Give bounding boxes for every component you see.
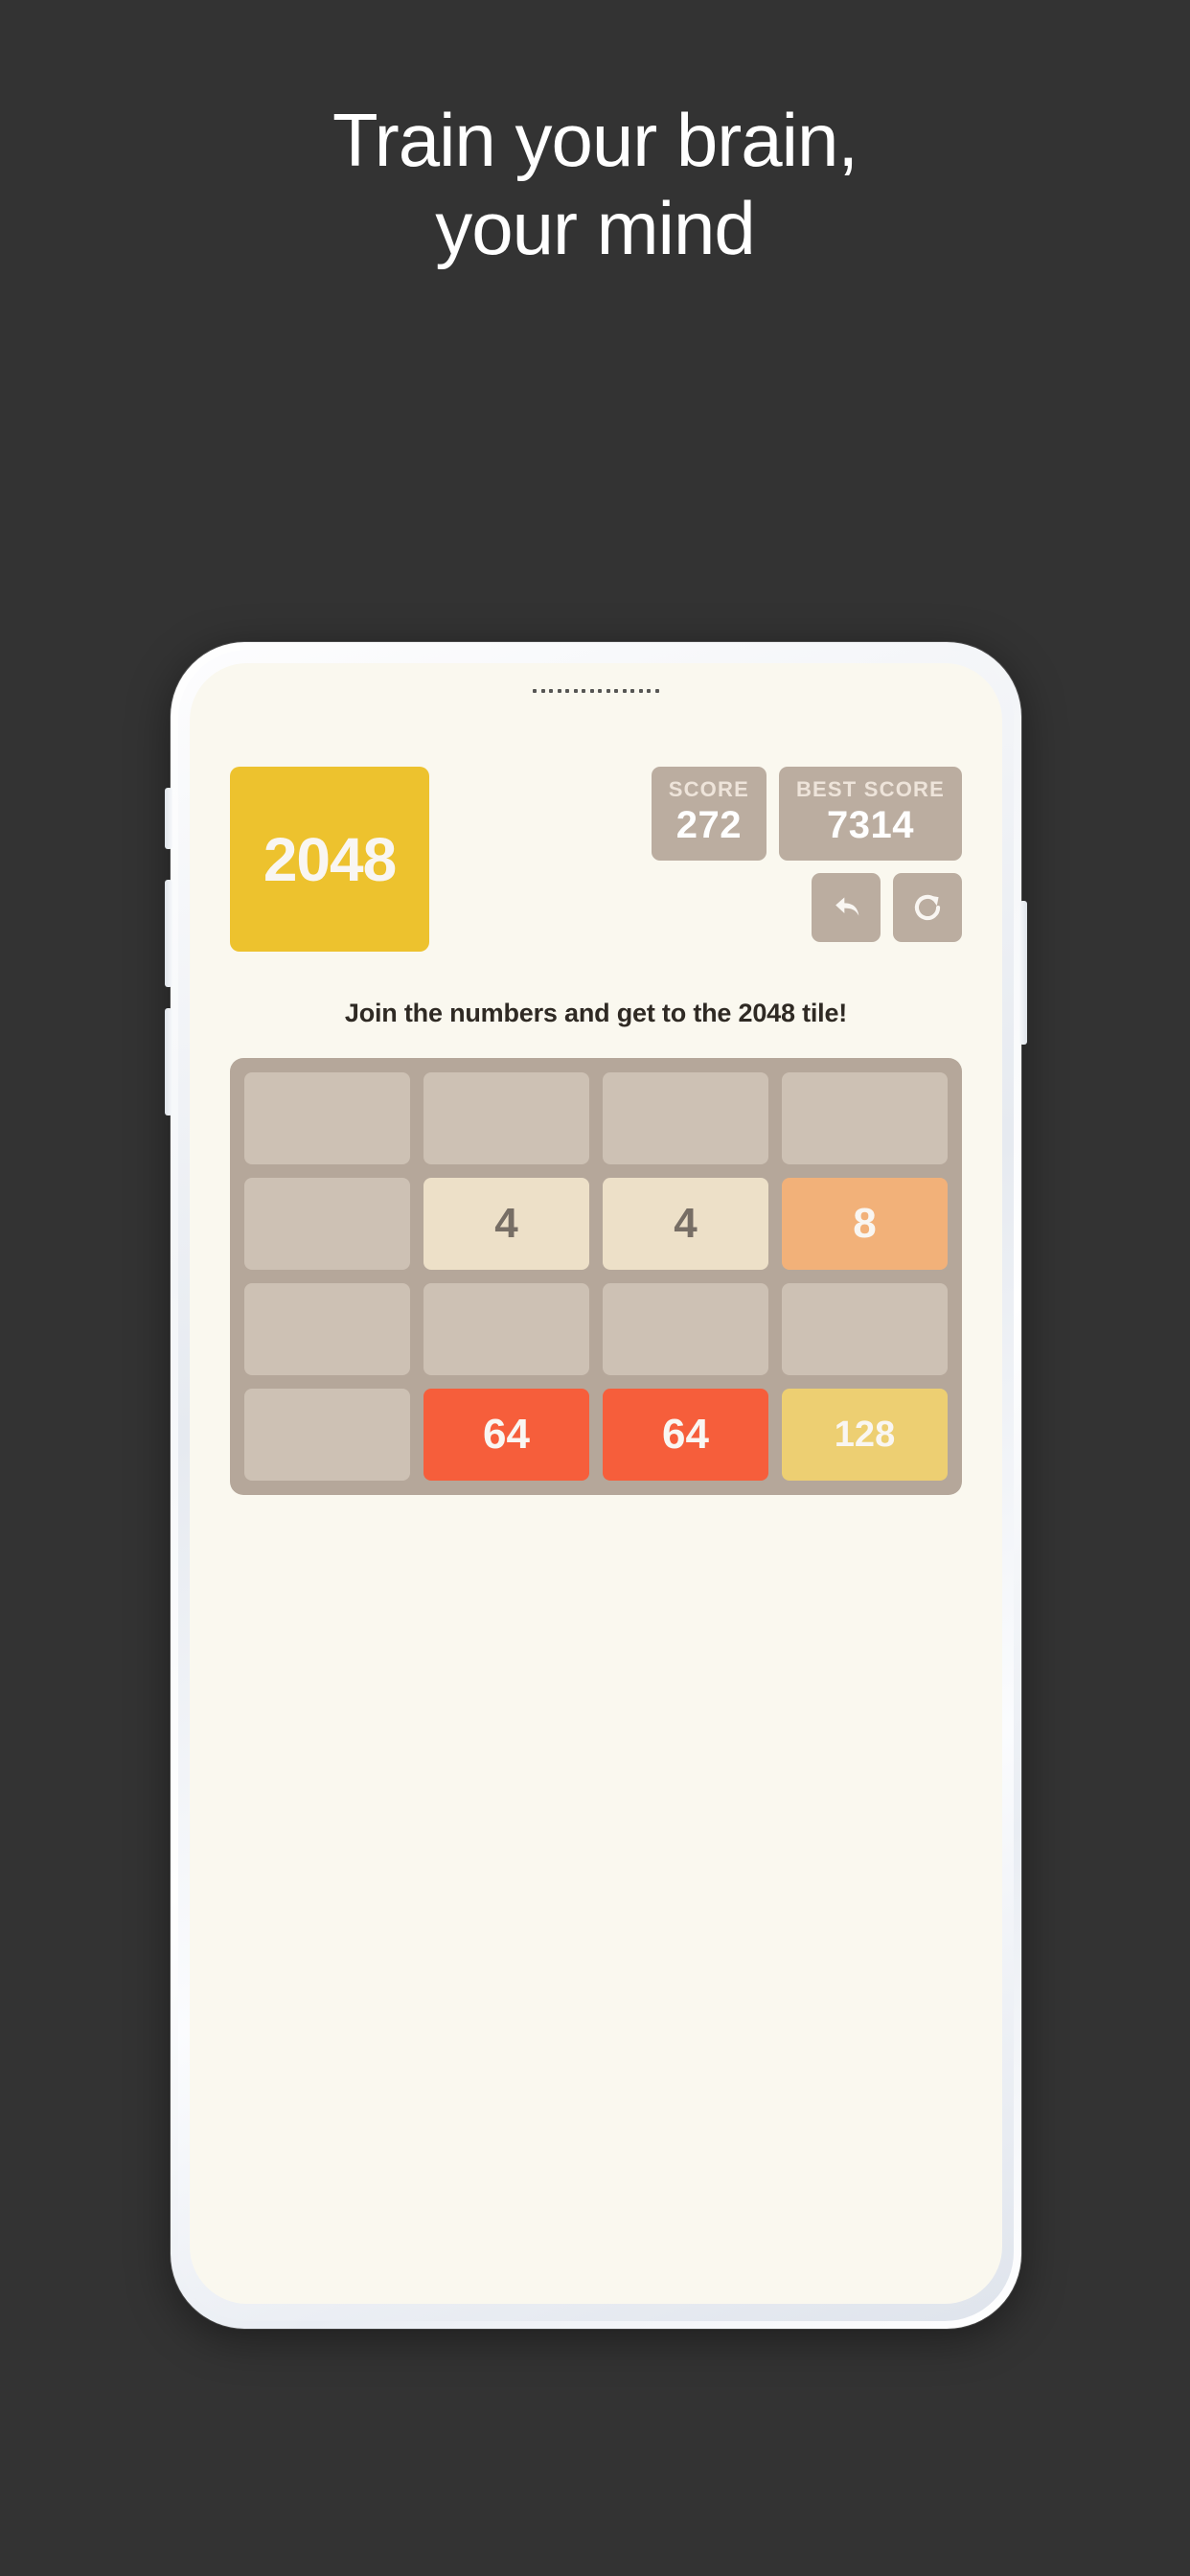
game-app: 2048 SCORE 272 BEST SCORE 7314 Join the … xyxy=(190,767,1002,1495)
speaker-grille-icon xyxy=(533,688,659,694)
headline-line-1: Train your brain, xyxy=(332,98,858,182)
empty-cell xyxy=(244,1178,410,1270)
score-value: 272 xyxy=(675,804,742,846)
empty-cell xyxy=(603,1283,768,1375)
game-logo-tile: 2048 xyxy=(230,767,429,952)
tile-8: 8 xyxy=(782,1178,948,1270)
tile-4: 4 xyxy=(603,1178,768,1270)
empty-cell xyxy=(603,1072,768,1164)
empty-cell xyxy=(423,1283,589,1375)
promo-headline: Train your brain, your mind xyxy=(0,96,1190,272)
best-score-value: 7314 xyxy=(826,804,914,846)
tile-128: 128 xyxy=(782,1389,948,1481)
tile-64: 64 xyxy=(603,1389,768,1481)
game-header: 2048 SCORE 272 BEST SCORE 7314 xyxy=(230,767,962,970)
score-box: SCORE 272 xyxy=(651,767,767,861)
empty-cell xyxy=(244,1389,410,1481)
headline-line-2: your mind xyxy=(435,186,755,270)
header-right-stack: SCORE 272 BEST SCORE 7314 xyxy=(651,767,962,942)
score-row: SCORE 272 BEST SCORE 7314 xyxy=(651,767,962,861)
redo-refresh-icon xyxy=(909,889,946,926)
silent-switch-button[interactable] xyxy=(165,788,172,849)
volume-down-button[interactable] xyxy=(165,1008,172,1116)
power-button[interactable] xyxy=(1019,901,1027,1045)
empty-cell xyxy=(782,1283,948,1375)
empty-cell xyxy=(244,1072,410,1164)
promo-screenshot: Train your brain, your mind 2048 SCORE 2… xyxy=(0,0,1190,2576)
game-tagline: Join the numbers and get to the 2048 til… xyxy=(344,999,848,1027)
best-score-box: BEST SCORE 7314 xyxy=(778,767,962,861)
undo-button[interactable] xyxy=(812,873,881,942)
volume-up-button[interactable] xyxy=(165,880,172,987)
empty-cell xyxy=(244,1283,410,1375)
undo-arrow-icon xyxy=(827,888,865,927)
phone-mockup: 2048 SCORE 272 BEST SCORE 7314 Join the … xyxy=(165,642,1027,2329)
phone-screen: 2048 SCORE 272 BEST SCORE 7314 Join the … xyxy=(190,663,1002,2304)
empty-cell xyxy=(782,1072,948,1164)
empty-cell xyxy=(423,1072,589,1164)
game-board[interactable]: 4 4 8 64 64 128 xyxy=(230,1058,962,1495)
tile-4: 4 xyxy=(423,1178,589,1270)
control-row xyxy=(812,873,962,942)
restart-button[interactable] xyxy=(893,873,962,942)
score-label: SCORE xyxy=(668,777,749,801)
tile-64: 64 xyxy=(423,1389,589,1481)
game-logo-label: 2048 xyxy=(263,824,397,894)
best-score-label: BEST SCORE xyxy=(795,777,945,801)
